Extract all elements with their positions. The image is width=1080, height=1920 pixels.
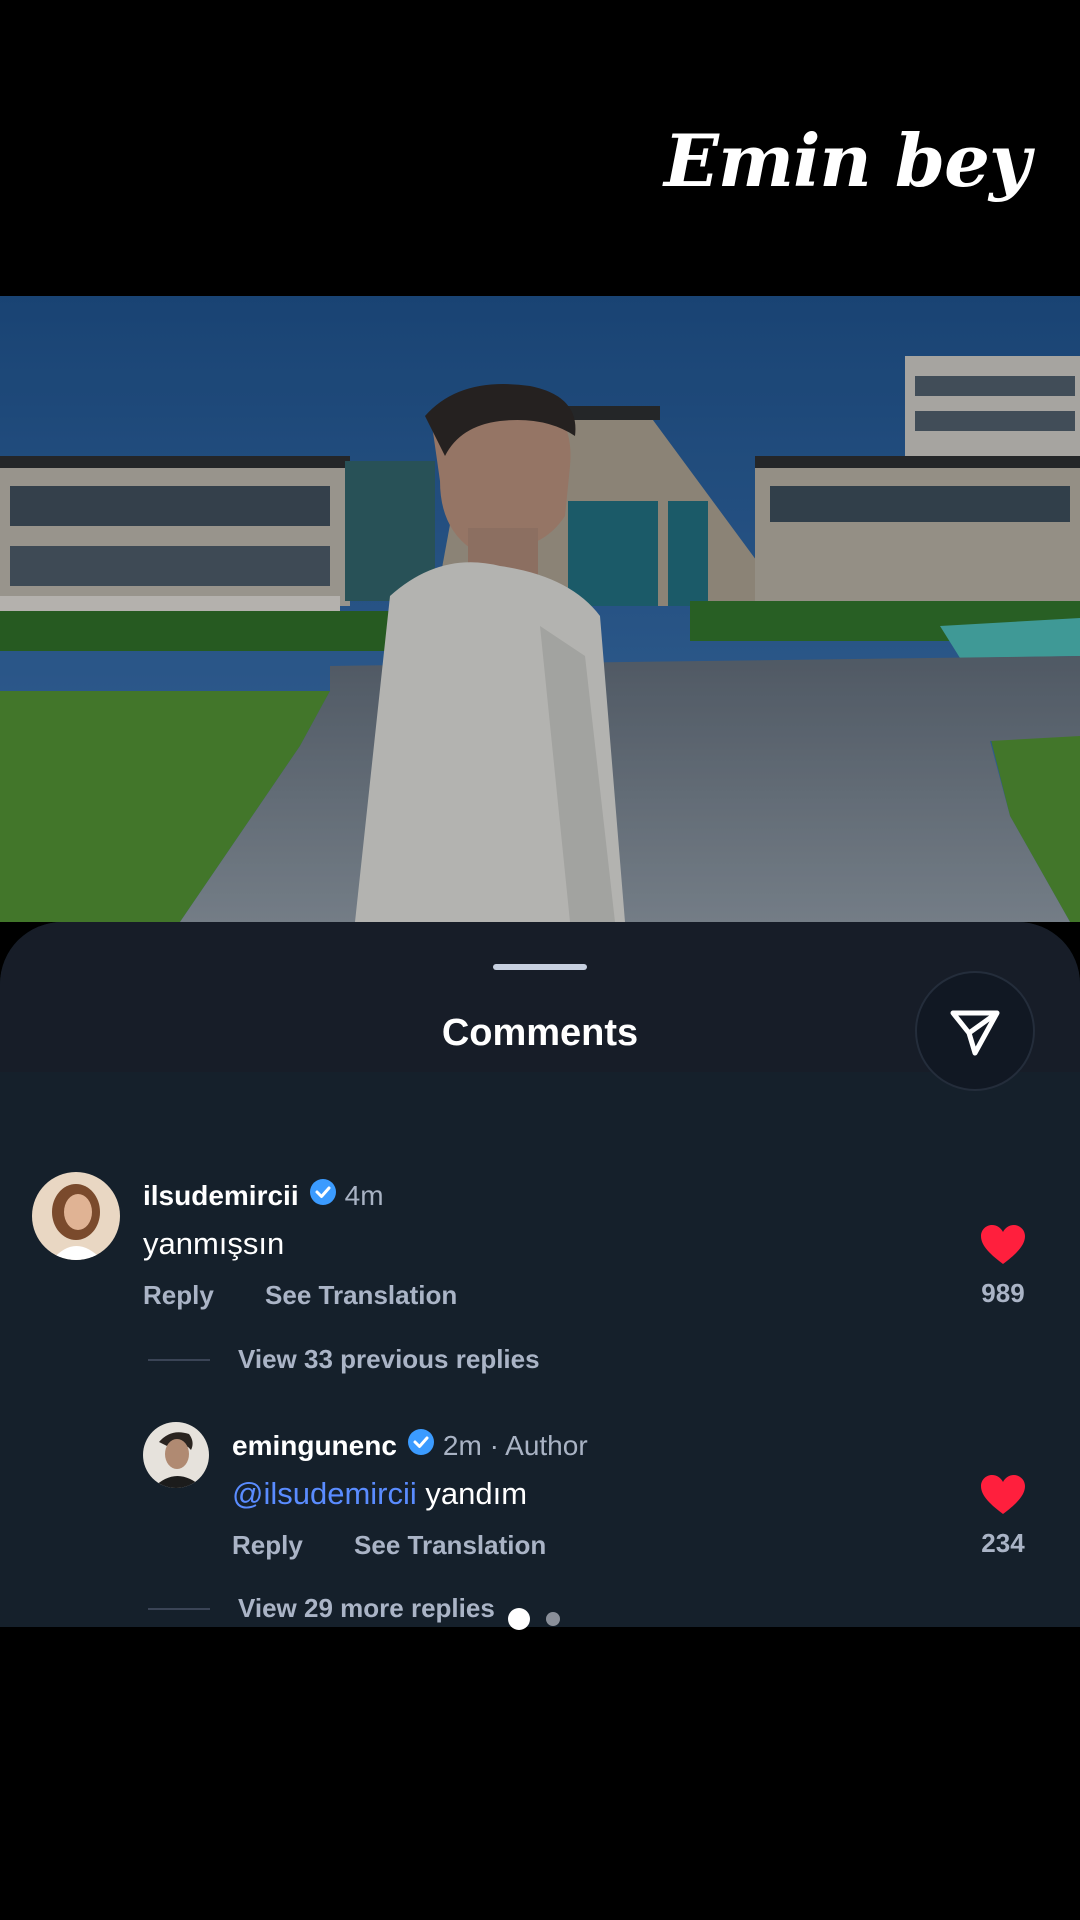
view-replies-button[interactable]: View 29 more replies: [148, 1593, 495, 1624]
see-translation-button[interactable]: See Translation: [354, 1530, 546, 1560]
divider-line: [148, 1607, 210, 1610]
page-dot[interactable]: [546, 1612, 560, 1626]
like-count: 234: [981, 1528, 1025, 1558]
comment-text-body: yandım: [425, 1476, 528, 1511]
sheet-header: Comments: [0, 922, 1080, 1091]
comments-sheet: Comments ilsudemircii 4m yanmışsın Reply…: [0, 922, 1080, 1627]
mention-link[interactable]: @ilsudemircii: [232, 1476, 417, 1511]
comment-text: @ilsudemircii yandım: [232, 1476, 527, 1512]
page-dot-active[interactable]: [508, 1608, 530, 1630]
reply-button[interactable]: Reply: [143, 1280, 214, 1310]
heart-icon[interactable]: [979, 1224, 1027, 1266]
share-button[interactable]: [915, 971, 1035, 1091]
background-photo: [0, 296, 1080, 922]
reply-button[interactable]: Reply: [232, 1530, 303, 1560]
verified-badge-icon: [309, 1178, 337, 1213]
view-replies-label: View 33 previous replies: [238, 1344, 540, 1374]
page-indicator: [508, 1608, 576, 1630]
divider-line: [148, 1358, 210, 1361]
view-replies-button[interactable]: View 33 previous replies: [148, 1344, 540, 1375]
comment-username[interactable]: ilsudemircii: [143, 1180, 299, 1212]
comment-time: 4m: [344, 1179, 384, 1211]
like-count: 989: [981, 1278, 1025, 1308]
story-title-text: Emin bey: [664, 118, 1031, 203]
drag-handle[interactable]: [493, 964, 587, 970]
comment-time: 2m · Author: [442, 1429, 588, 1461]
see-translation-button[interactable]: See Translation: [265, 1280, 457, 1310]
send-icon: [950, 1010, 1000, 1056]
heart-icon[interactable]: [979, 1474, 1027, 1516]
comment-text: yanmışsın: [143, 1226, 285, 1261]
view-replies-label: View 29 more replies: [238, 1593, 495, 1623]
avatar[interactable]: [143, 1422, 209, 1488]
verified-badge-icon: [407, 1428, 435, 1463]
avatar[interactable]: [32, 1172, 120, 1260]
comment-username[interactable]: emingunenc: [232, 1430, 397, 1462]
